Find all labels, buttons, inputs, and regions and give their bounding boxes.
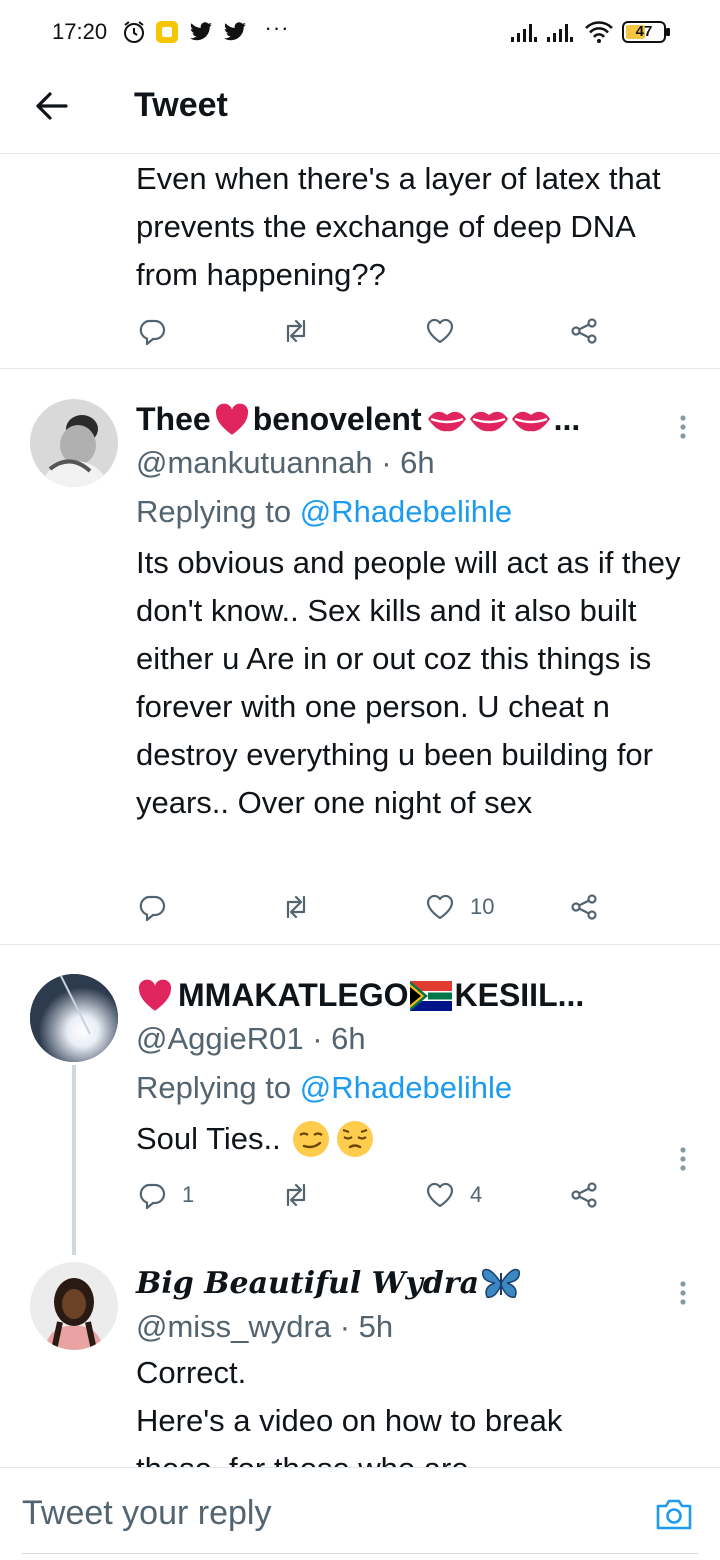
heart-icon [426, 894, 454, 920]
like-count: 10 [470, 894, 495, 919]
more-options-button[interactable] [668, 1273, 698, 1313]
thread-connector-line [72, 1065, 76, 1255]
share-button[interactable] [568, 887, 600, 927]
tweet-time: · 5h [339, 1309, 394, 1344]
share-button[interactable] [568, 311, 600, 351]
tweet-text: Correct. Here's a video on how to break … [136, 1355, 563, 1467]
red-heart-emoji [215, 403, 248, 435]
tweet-thread[interactable]: Even when there's a layer of latex that … [0, 155, 720, 1467]
more-vertical-icon [680, 415, 686, 439]
heart-icon [426, 318, 454, 344]
app-notification-icon [154, 18, 180, 46]
red-heart-emoji [138, 979, 172, 1011]
battery-text: 47 [635, 23, 653, 40]
tweet-actions: 10 [136, 887, 616, 927]
camera-icon [656, 1499, 692, 1530]
avatar[interactable] [30, 974, 118, 1062]
twitter-icon [222, 18, 248, 46]
camera-button[interactable] [652, 1492, 696, 1536]
smirking-face-emoji [292, 1121, 329, 1157]
reply-composer [0, 1467, 720, 1560]
user-handle[interactable]: @AggieR01 [136, 1021, 304, 1056]
battery-icon: 47 [622, 21, 670, 43]
more-vertical-icon [680, 1147, 686, 1171]
share-icon [571, 894, 597, 920]
replying-to: Replying to @Rhadebelihle [136, 494, 513, 529]
retweet-button[interactable] [280, 887, 312, 927]
retweet-icon [286, 1183, 306, 1207]
twitter-icon [188, 18, 214, 46]
heart-icon [426, 1182, 454, 1208]
reply-button[interactable] [136, 311, 168, 351]
signal-icon [544, 18, 576, 46]
retweet-button[interactable] [280, 311, 312, 351]
kiss-lips-emoji [469, 411, 508, 431]
retweet-icon [286, 319, 306, 343]
like-count: 4 [470, 1182, 483, 1207]
share-icon [571, 1182, 597, 1208]
input-underline [22, 1553, 698, 1554]
reply-button[interactable] [136, 887, 168, 927]
avatar[interactable] [30, 399, 118, 487]
more-vertical-icon [680, 1281, 686, 1305]
avatar[interactable] [30, 1262, 118, 1350]
share-button[interactable] [568, 1175, 600, 1215]
more-options-button[interactable] [668, 407, 698, 447]
reply-button[interactable]: 1 [136, 1175, 194, 1215]
handle-row: @miss_wydra · 5h [136, 1309, 393, 1345]
kiss-lips-emoji [511, 411, 550, 431]
butterfly-emoji [482, 1268, 521, 1298]
pensive-face-emoji [336, 1121, 373, 1157]
tweet-time: · 6h [381, 445, 435, 480]
alarm-icon [120, 18, 148, 46]
reply-icon [139, 1183, 166, 1210]
tweet-text: Its obvious and people will act as if th… [136, 545, 681, 820]
signal-icon [508, 18, 540, 46]
arrow-left-icon [36, 92, 68, 120]
divider [0, 944, 720, 945]
display-name[interactable]: 𝑩𝒊𝒈 𝑩𝒆𝒂𝒖𝒕𝒊𝒇𝒖𝒍 𝑾𝒚𝒅𝒓𝒂 [136, 1265, 521, 1301]
display-name[interactable]: Thee benovelent ... [136, 401, 580, 438]
like-button[interactable]: 10 [424, 887, 494, 927]
tweet-text: Even when there's a layer of latex that … [136, 161, 661, 292]
wifi-icon [582, 18, 616, 46]
like-button[interactable] [424, 311, 456, 351]
replying-to: Replying to @Rhadebelihle [136, 1070, 513, 1105]
mention-link[interactable]: @Rhadebelihle [300, 494, 512, 529]
reply-icon [139, 895, 166, 922]
tweet-time: · 6h [312, 1021, 366, 1056]
more-dots-icon: ··· [264, 15, 290, 40]
page-title: Tweet [134, 86, 228, 124]
retweet-icon [286, 895, 306, 919]
user-handle[interactable]: @mankutuannah [136, 445, 373, 480]
handle-row: @AggieR01 · 6h [136, 1021, 366, 1057]
user-handle[interactable]: @miss_wydra [136, 1309, 331, 1344]
display-name[interactable]: MMAKATLEGO KESIIL... [136, 977, 584, 1014]
more-options-button[interactable] [668, 1139, 698, 1179]
top-app-bar: Tweet [0, 66, 720, 154]
kiss-lips-emoji [427, 411, 466, 431]
retweet-button[interactable] [280, 1175, 312, 1215]
divider [0, 368, 720, 369]
tweet-text: Soul Ties.. [136, 1121, 281, 1156]
reply-input[interactable] [22, 1490, 622, 1536]
mention-link[interactable]: @Rhadebelihle [300, 1070, 512, 1105]
tweet-actions [136, 311, 616, 351]
south-africa-flag-icon [410, 980, 453, 1011]
handle-row: @mankutuannah · 6h [136, 445, 435, 481]
back-button[interactable] [30, 84, 74, 128]
tweet-text-row: Soul Ties.. [136, 1115, 375, 1163]
like-button[interactable]: 4 [424, 1175, 482, 1215]
share-icon [571, 318, 597, 344]
reply-count: 1 [182, 1182, 195, 1207]
status-bar: 17:20 ··· 47 [0, 0, 720, 66]
tweet-actions: 1 4 [136, 1175, 616, 1215]
reply-icon [139, 319, 166, 346]
status-time: 17:20 [52, 19, 108, 44]
